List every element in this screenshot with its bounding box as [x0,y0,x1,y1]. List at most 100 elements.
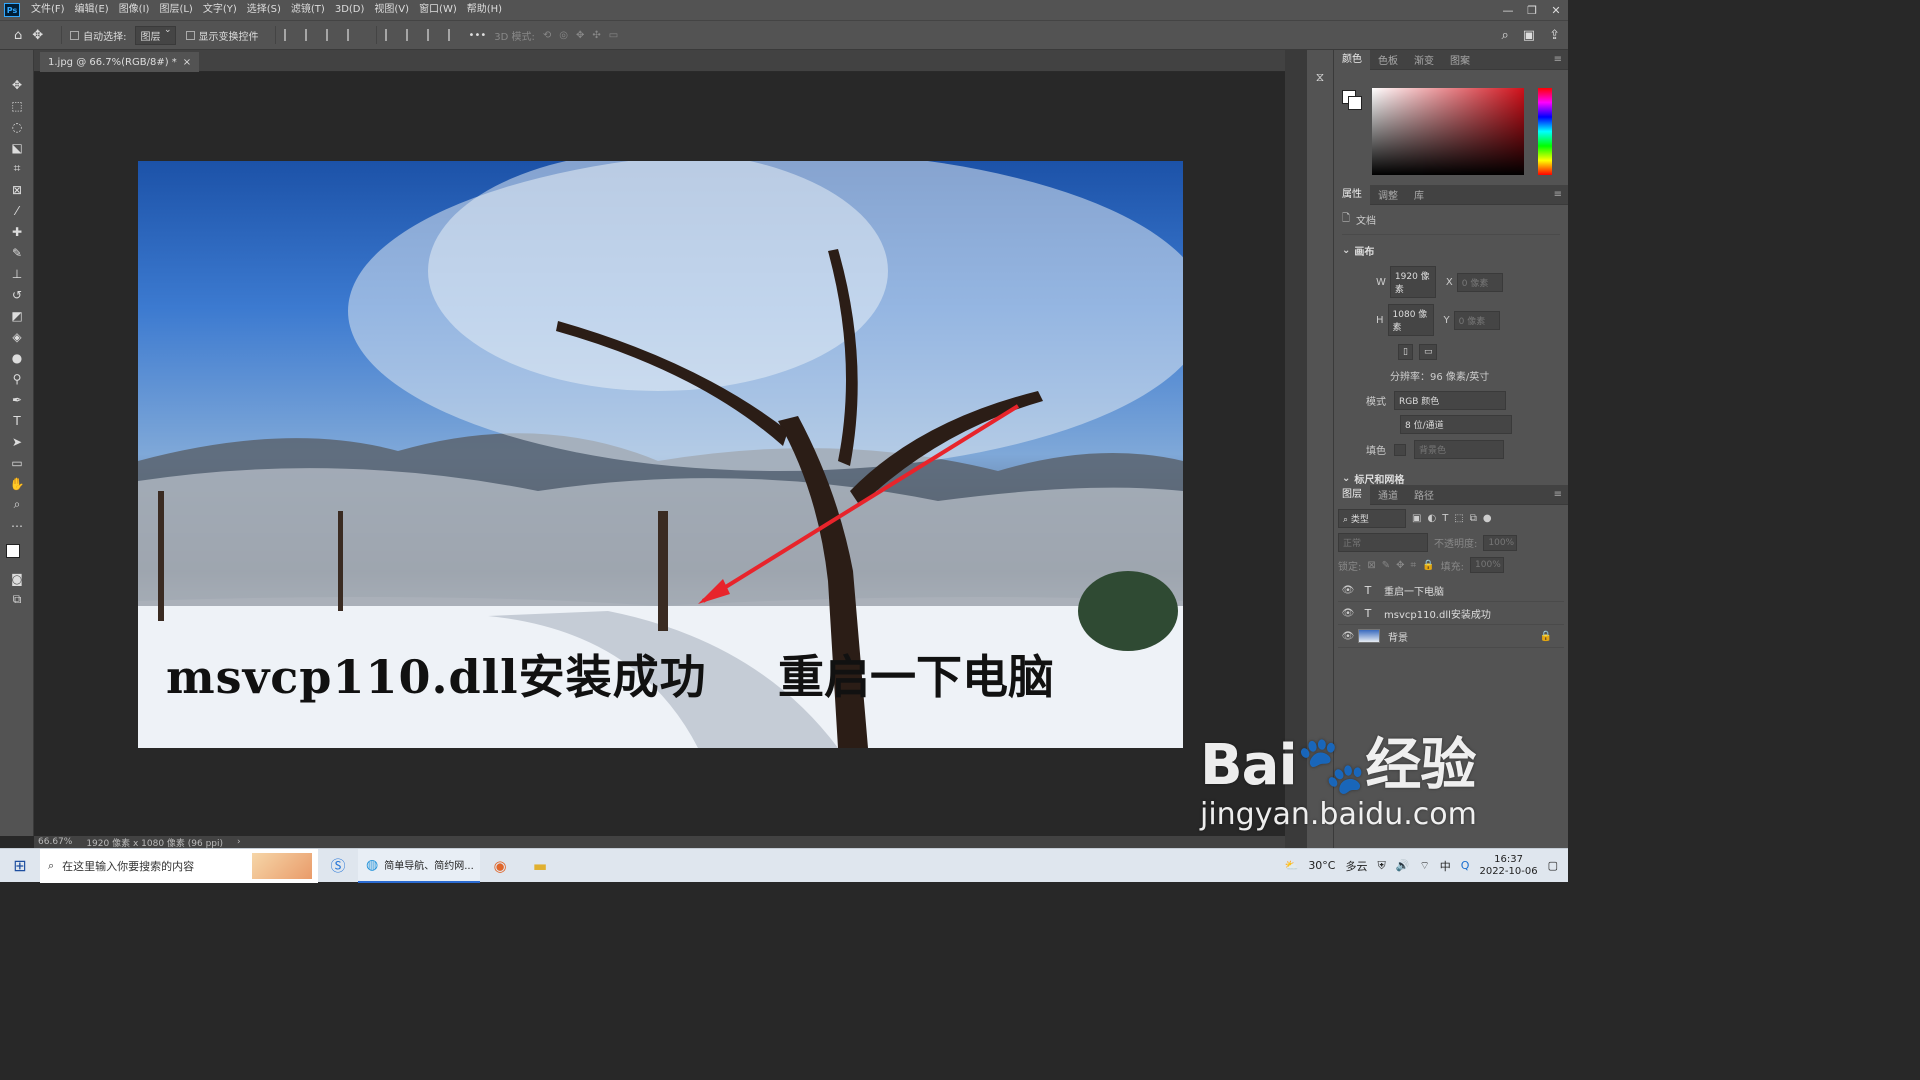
layer-row[interactable]: 👁 T 重启一下电脑 [1338,579,1564,602]
search-icon[interactable]: ⌕ [1502,28,1509,43]
eye-icon[interactable]: 👁 [1338,608,1358,619]
color-mode-dropdown[interactable]: RGB 颜色 [1394,391,1506,410]
tab-libraries[interactable]: 库 [1406,187,1432,202]
screen-mode-icon[interactable]: ⧉ [0,589,34,610]
rectangle-tool-icon[interactable]: ▭ [0,452,34,473]
menu-window[interactable]: 窗口(W) [414,0,462,20]
lock-artboard-icon[interactable]: ⌗ [1411,560,1417,571]
tab-swatches[interactable]: 色板 [1370,52,1406,67]
document-tab[interactable]: 1.jpg @ 66.7%(RGB/8#) * × [40,52,200,72]
tab-gradients[interactable]: 渐变 [1406,52,1442,67]
menu-edit[interactable]: 编辑(E) [70,0,114,20]
workspace-icon[interactable]: ▣ [1523,28,1535,43]
canvas-section-header[interactable]: ⌄ 画布 [1342,243,1560,258]
canvas-area[interactable]: msvcp110.dll安装成功 重启一下电脑 [34,72,1285,836]
rulers-section-header[interactable]: ⌄ 标尺和网格 [1342,471,1560,486]
move-tool-icon[interactable]: ✥ [32,28,43,43]
restore-button[interactable]: ❐ [1520,4,1544,17]
windows-start-icon[interactable]: ⊞ [0,849,40,883]
x-field[interactable]: 0 像素 [1456,272,1503,292]
brush-tool-icon[interactable]: ✎ [0,242,34,263]
ime-icon[interactable]: 中 [1440,858,1451,874]
firefox-icon[interactable]: ◉ [480,849,520,883]
filter-toggle-icon[interactable]: ● [1483,513,1492,524]
menu-filter[interactable]: 滤镜(T) [286,0,330,20]
zoom-level[interactable]: 66.67% [38,837,72,847]
fill-opacity-field[interactable]: 100% [1470,557,1505,573]
landscape-icon[interactable]: ▭ [1418,344,1438,360]
menu-3d[interactable]: 3D(D) [330,0,370,20]
taskbar-clock[interactable]: 16:37 2022-10-06 [1479,854,1537,878]
filter-smart-icon[interactable]: ⧉ [1470,513,1477,524]
menu-type[interactable]: 文字(Y) [198,0,242,20]
auto-select-target-dropdown[interactable]: 图层 [134,25,176,45]
history-panel-icon[interactable]: ⧖ [1312,70,1328,86]
more-options-button[interactable]: ••• [469,30,487,41]
taskbar-edge-button[interactable]: ◍ 简单导航、简约网... [358,848,480,883]
volume-icon[interactable]: 🔊 [1396,859,1410,872]
align-left-icon[interactable] [283,29,296,41]
portrait-icon[interactable]: ▯ [1398,344,1413,360]
hand-tool-icon[interactable]: ✋ [0,473,34,494]
menu-help[interactable]: 帮助(H) [462,0,507,20]
panel-menu-icon[interactable]: ≡ [1554,189,1568,200]
weather-temp[interactable]: 30°C [1308,859,1335,872]
weather-text[interactable]: 多云 [1346,858,1368,874]
blend-mode-dropdown[interactable]: 正常 [1338,533,1428,552]
path-select-tool-icon[interactable]: ➤ [0,431,34,452]
status-arrow-icon[interactable]: › [237,837,241,847]
filter-shape-icon[interactable]: ⬚ [1454,513,1463,524]
width-field[interactable]: 1920 像素 [1389,266,1436,298]
quick-mask-icon[interactable]: ◙ [0,568,34,589]
healing-brush-tool-icon[interactable]: ✚ [0,221,34,242]
align-center-icon[interactable] [304,29,317,41]
layer-row[interactable]: 👁 背景 🔒 [1338,625,1564,648]
tab-paths[interactable]: 路径 [1406,487,1442,502]
panel-menu-icon[interactable]: ≡ [1554,54,1568,65]
overlay-text-restart[interactable]: 重启一下电脑 [778,641,1054,707]
align-middle-icon[interactable] [405,29,418,41]
security-icon[interactable]: ⛨ [1378,859,1386,873]
distribute-icon[interactable] [346,29,359,41]
layer-filter-dropdown[interactable]: ⌕ 类型 [1338,509,1406,528]
y-field[interactable]: 0 像素 [1453,310,1500,330]
auto-select-checkbox[interactable]: 自动选择: [70,28,127,43]
layer-row[interactable]: 👁 T msvcp110.dll安装成功 [1338,602,1564,625]
panel-menu-icon[interactable]: ≡ [1554,489,1568,500]
menu-select[interactable]: 选择(S) [242,0,286,20]
3d-camera-icon[interactable]: ▭ [609,30,618,41]
align-right-icon[interactable] [325,29,338,41]
document-canvas[interactable]: msvcp110.dll安装成功 重启一下电脑 [138,161,1183,748]
foreground-color-swatch[interactable] [6,544,20,558]
lock-all-icon[interactable]: 🔒 [1422,560,1434,571]
weather-icon[interactable]: ⛅ [1285,859,1299,872]
eye-icon[interactable]: 👁 [1338,631,1358,642]
tab-properties[interactable]: 属性 [1334,184,1370,205]
3d-orbit-icon[interactable]: ⟲ [543,30,551,41]
align-bottom-icon[interactable] [426,29,439,41]
3d-roll-icon[interactable]: ◎ [559,30,568,41]
minimize-button[interactable]: — [1496,4,1520,17]
dodge-tool-icon[interactable]: ⚲ [0,368,34,389]
network-icon[interactable]: ⌔ [1419,859,1429,873]
close-button[interactable]: ✕ [1544,4,1568,17]
paint-bucket-tool-icon[interactable]: ◈ [0,326,34,347]
color-swatches[interactable] [0,538,34,568]
menu-layer[interactable]: 图层(L) [154,0,197,20]
object-select-tool-icon[interactable]: ⬕ [0,137,34,158]
height-field[interactable]: 1080 像素 [1387,304,1434,336]
filter-adjustment-icon[interactable]: ◐ [1427,513,1436,524]
tab-patterns[interactable]: 图案 [1442,52,1478,67]
notification-icon[interactable]: ▢ [1548,859,1558,872]
overlay-text-install-success[interactable]: msvcp110.dll安装成功 [166,641,707,707]
close-tab-icon[interactable]: × [183,57,191,68]
marquee-tool-icon[interactable]: ⬚ [0,95,34,116]
menu-view[interactable]: 视图(V) [369,0,414,20]
tab-channels[interactable]: 通道 [1370,487,1406,502]
home-icon[interactable]: ⌂ [14,28,22,43]
lasso-tool-icon[interactable]: ◌ [0,116,34,137]
eraser-tool-icon[interactable]: ◩ [0,305,34,326]
hue-slider[interactable] [1538,88,1552,175]
opacity-field[interactable]: 100% [1483,534,1518,551]
pen-tool-icon[interactable]: ✒ [0,389,34,410]
